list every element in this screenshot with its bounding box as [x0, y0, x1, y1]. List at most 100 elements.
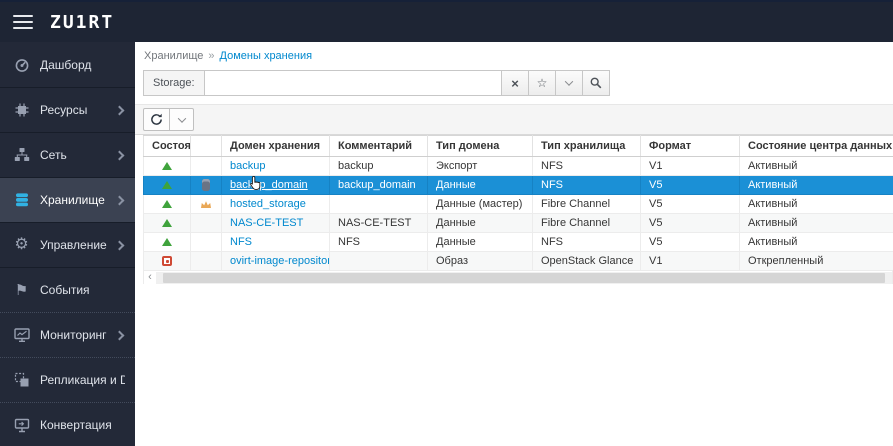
replication-icon: [13, 372, 30, 389]
cell-dc-status: Активный: [739, 175, 893, 195]
sidebar: Дашборд Ресурсы Сеть Хранилище ⚙ Управление ⚑ С…: [0, 42, 135, 446]
clear-x-icon: ×: [511, 75, 519, 91]
breadcrumb-storage-domains-link[interactable]: Домены хранения: [220, 50, 313, 62]
status-up-icon: [162, 181, 172, 189]
cell-dc-status: Активный: [739, 194, 893, 214]
cell-comment: NAS-CE-TEST: [329, 213, 428, 233]
refresh-button[interactable]: [143, 108, 170, 131]
sidebar-item-resources[interactable]: Ресурсы: [0, 87, 135, 132]
table-header-flag[interactable]: [190, 135, 222, 157]
cell-comment: backup_domain: [329, 175, 428, 195]
sidebar-item-label: Репликация и DR: [40, 373, 125, 387]
domain-name-link[interactable]: NFS: [230, 236, 252, 248]
cell-format: V5: [640, 175, 740, 195]
cell-comment: [329, 194, 428, 214]
search-dropdown-button[interactable]: [556, 70, 583, 96]
sidebar-item-label: События: [40, 283, 90, 297]
scrollbar-thumb[interactable]: [163, 272, 885, 283]
cell-format: V5: [640, 213, 740, 233]
cell-format: V5: [640, 232, 740, 252]
network-icon: [13, 147, 30, 164]
table-header-формат[interactable]: Формат: [640, 135, 740, 157]
sidebar-item-label: Сеть: [40, 148, 67, 162]
table-row[interactable]: NAS-CE-TEST NAS-CE-TEST Данные Fibre Channe…: [143, 213, 893, 233]
storage-icon: [13, 192, 30, 209]
cell-domain-type: Данные: [427, 213, 533, 233]
domain-name-link[interactable]: backup: [230, 160, 265, 172]
resources-icon: [13, 102, 30, 119]
status-up-icon: [162, 200, 172, 208]
status-up-icon: [162, 162, 172, 170]
hamburger-menu-icon[interactable]: [13, 15, 33, 29]
zvirt-logo[interactable]: ZU1RT: [50, 12, 114, 33]
cell-comment: NFS: [329, 232, 428, 252]
table-row[interactable]: hosted_storage Данные (мастер) Fibre Chann…: [143, 194, 893, 214]
refresh-options-button[interactable]: [170, 108, 194, 131]
cell-format: V1: [640, 251, 740, 271]
events-icon: ⚑: [14, 281, 29, 299]
sidebar-item-management[interactable]: ⚙ Управление: [0, 222, 135, 267]
sidebar-item-label: Конвертация: [40, 418, 112, 432]
sidebar-item-conversion[interactable]: Конвертация: [0, 402, 135, 446]
search-clear-button[interactable]: ×: [502, 70, 529, 96]
cell-format: V5: [640, 194, 740, 214]
cell-storage-type: Fibre Channel: [532, 194, 641, 214]
master-crown-icon: [193, 200, 219, 209]
status-up-icon: [162, 238, 172, 246]
sidebar-item-dashboard[interactable]: Дашборд: [0, 42, 135, 87]
table-toolbar: [135, 104, 893, 135]
magnifier-icon: [590, 77, 602, 89]
status-up-icon: [162, 219, 172, 227]
sidebar-item-monitoring[interactable]: Мониторинг: [0, 312, 135, 357]
scrollbar-track[interactable]: [156, 271, 892, 284]
cell-domain-type: Данные: [427, 232, 533, 252]
breadcrumb: Хранилище » Домены хранения: [135, 42, 893, 69]
sidebar-item-label: Мониторинг: [40, 328, 107, 342]
sidebar-item-replication[interactable]: Репликация и DR: [0, 357, 135, 402]
dashboard-icon: [13, 56, 30, 73]
breadcrumb-separator: »: [208, 50, 215, 62]
sidebar-item-label: Управление: [40, 238, 107, 252]
cell-format: V1: [640, 156, 740, 176]
breadcrumb-storage[interactable]: Хранилище: [144, 50, 203, 62]
search-submit-button[interactable]: [583, 70, 610, 96]
chevron-down-icon: [564, 77, 574, 86]
domain-name-link[interactable]: hosted_storage: [230, 198, 306, 210]
table-header-комментарий[interactable]: Комментарий: [329, 135, 428, 157]
cell-storage-type: NFS: [532, 156, 641, 176]
sidebar-item-storage[interactable]: Хранилище: [0, 177, 135, 222]
chevron-right-icon: [114, 150, 125, 160]
cell-comment: [329, 251, 428, 271]
sidebar-item-network[interactable]: Сеть: [0, 132, 135, 177]
search-favorite-button[interactable]: ☆: [529, 70, 556, 96]
table-header-состояние-центра-данных[interactable]: Состояние центра данных: [739, 135, 893, 157]
sidebar-item-label: Хранилище: [40, 193, 105, 207]
monitoring-icon: [13, 327, 30, 344]
table-header-тип-хранилища[interactable]: Тип хранилища: [532, 135, 641, 157]
domain-name-link[interactable]: NAS-CE-TEST: [230, 217, 303, 229]
sidebar-item-events[interactable]: ⚑ События: [0, 267, 135, 312]
table-row[interactable]: NFS NFS Данные NFS V5 Активный: [143, 232, 893, 252]
sidebar-item-label: Дашборд: [40, 57, 92, 72]
cell-domain-type: Экспорт: [427, 156, 533, 176]
refresh-icon: [151, 113, 162, 125]
scroll-left-arrow[interactable]: ‹: [144, 272, 156, 283]
table-row[interactable]: backup backup Экспорт NFS V1 Активный: [143, 156, 893, 176]
sidebar-item-label: Ресурсы: [40, 103, 88, 117]
table-header-состоя[interactable]: Состоя: [143, 135, 191, 157]
search-input[interactable]: [203, 70, 502, 96]
domain-name-link[interactable]: ovirt-image-repository: [230, 255, 329, 267]
cell-domain-type: Образ: [427, 251, 533, 271]
chevron-right-icon: [114, 330, 125, 340]
cell-dc-status: Активный: [739, 232, 893, 252]
cell-dc-status: Активный: [739, 156, 893, 176]
domain-name-link[interactable]: backup_domain: [230, 179, 308, 191]
chevron-right-icon: [114, 105, 125, 115]
chevron-down-icon: [177, 113, 186, 123]
table-header-домен-хранения[interactable]: Домен хранения: [221, 135, 330, 157]
table-header-тип-домена[interactable]: Тип домена: [427, 135, 533, 157]
table-row[interactable]: backup_domain backup_domain Данные NFS V5 Акт…: [143, 175, 893, 195]
cell-storage-type: NFS: [532, 232, 641, 252]
top-bar: ZU1RT: [0, 0, 893, 42]
table-row[interactable]: ovirt-image-repository Образ OpenStack Gla…: [143, 251, 893, 271]
